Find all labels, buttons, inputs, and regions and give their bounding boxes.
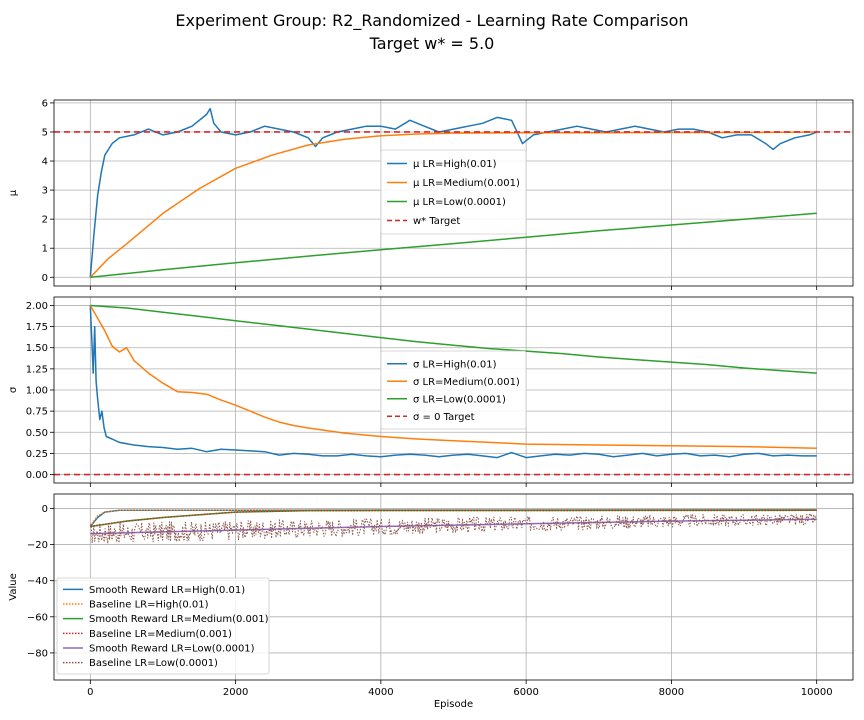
- panel-1: 0 1 2 3 4 5 6 μ μ LR=High(0.01) μ LR=Medium(0.001…: [8, 98, 854, 290]
- y-axis-label: μ: [8, 189, 19, 196]
- y-tick-label: 1: [42, 244, 48, 255]
- legend-label: σ LR=Low(0.0001): [413, 394, 506, 405]
- y-tick-label: 4: [42, 157, 48, 168]
- x-tick-label: 0: [87, 687, 93, 698]
- legend-label: Baseline LR=Medium(0.001): [89, 629, 232, 640]
- x-tick-label: 2000: [223, 687, 248, 698]
- y-tick-label: −20: [27, 540, 48, 551]
- chart-figure: 0 1 2 3 4 5 6 μ μ LR=High(0.01) μ LR=Medium(0.001…: [8, 98, 854, 710]
- y-axis-label: Value: [8, 573, 19, 600]
- y-tick-label: 0.25: [26, 449, 48, 460]
- y-tick-label: 2.00: [26, 301, 48, 312]
- legend-label: Baseline LR=Low(0.0001): [89, 658, 218, 669]
- x-tick-label: 6000: [513, 687, 538, 698]
- x-tick-label: 10000: [801, 687, 833, 698]
- y-tick-label: 3: [42, 186, 48, 197]
- y-tick-label: 0.50: [26, 428, 48, 439]
- legend-label: μ LR=Medium(0.001): [413, 178, 520, 189]
- series-line-3: [90, 509, 817, 528]
- legend-label: w* Target: [413, 216, 460, 227]
- y-tick-label: 1.00: [26, 386, 48, 397]
- y-tick-label: −80: [27, 648, 48, 659]
- y-tick-label: 1.50: [26, 343, 48, 354]
- legend-label: Smooth Reward LR=Low(0.0001): [89, 644, 255, 655]
- y-tick-label: 0: [42, 273, 48, 284]
- series-line-1: [89, 509, 817, 527]
- legend-label: μ LR=High(0.01): [413, 159, 497, 170]
- y-tick-label: −60: [27, 612, 48, 623]
- y-tick-label: 1.25: [26, 364, 48, 375]
- y-tick-label: −40: [27, 576, 48, 587]
- y-axis-label: σ: [8, 386, 19, 393]
- y-tick-label: 5: [42, 127, 48, 138]
- x-tick-label: 4000: [368, 687, 393, 698]
- legend: Smooth Reward LR=High(0.01) Baseline LR=H…: [56, 577, 270, 675]
- series-line-2: [89, 509, 817, 527]
- panel-2: 0.00 0.25 0.50 0.75 1.00 1.25 1.50 1.75 2.00 σ σ L…: [8, 296, 854, 487]
- series-line-4: [90, 509, 817, 528]
- y-tick-label: 6: [42, 98, 48, 109]
- legend-label: σ LR=High(0.01): [413, 359, 497, 370]
- series-line-6: [89, 513, 817, 544]
- legend-label: μ LR=Low(0.0001): [413, 197, 506, 208]
- legend-label: σ = 0 Target: [413, 412, 475, 423]
- legend-label: Smooth Reward LR=Medium(0.001): [89, 614, 269, 625]
- legend: σ LR=High(0.01) σ LR=Medium(0.001) σ LR=Lo…: [380, 350, 527, 430]
- x-axis-label: Episode: [434, 699, 473, 710]
- y-tick-label: 2: [42, 215, 48, 226]
- y-tick-label: 0.00: [26, 470, 48, 481]
- legend-label: Baseline LR=High(0.01): [89, 600, 209, 611]
- legend-label: Smooth Reward LR=High(0.01): [89, 585, 245, 596]
- legend-label: σ LR=Medium(0.001): [413, 377, 520, 388]
- y-tick-label: 0: [42, 504, 48, 515]
- panel-3: 0 2000 4000 6000 8000 10000 0 −20 −40 −60 −80 Value…: [8, 493, 854, 710]
- legend: μ LR=High(0.01) μ LR=Medium(0.001) μ LR=Lo…: [380, 149, 527, 235]
- y-tick-label: 0.75: [26, 407, 48, 418]
- x-tick-label: 8000: [659, 687, 684, 698]
- y-tick-label: 1.75: [26, 322, 48, 333]
